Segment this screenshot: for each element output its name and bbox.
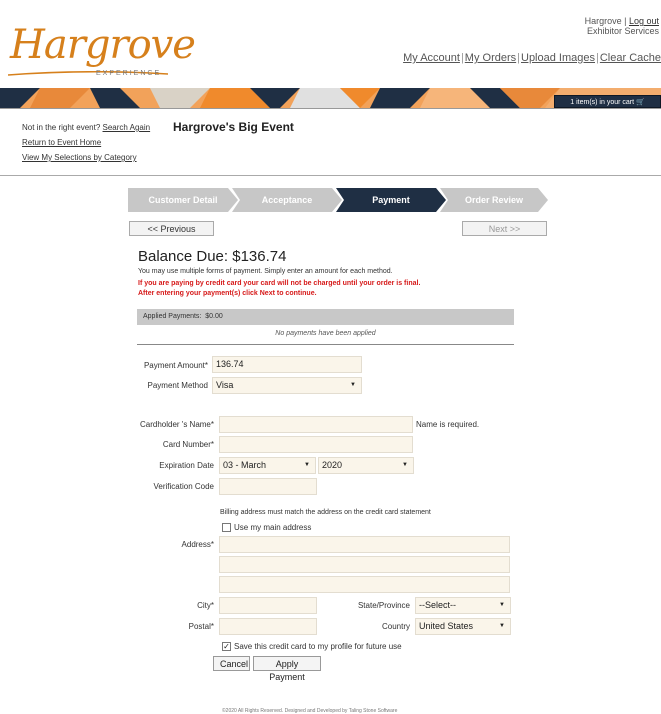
payment-amount-field[interactable]: 136.74 [212, 356, 362, 373]
state-value: --Select-- [419, 600, 457, 610]
checkmark-icon: ✓ [223, 642, 230, 651]
payment-method-value: Visa [216, 380, 234, 390]
state-label: State/Province [357, 601, 410, 610]
use-main-address-label: Use my main address [234, 523, 312, 532]
step-order-review[interactable]: Order Review [440, 188, 548, 212]
section-divider [0, 175, 661, 176]
logo-subtitle: EXPERIENCE [96, 70, 162, 77]
return-event-home-link[interactable]: Return to Event Home [22, 138, 101, 147]
expiry-month-value: 03 - March [223, 460, 267, 470]
search-again-link[interactable]: Search Again [103, 123, 151, 132]
use-main-address-checkbox[interactable] [222, 523, 231, 532]
balance-due: Balance Due: $136.74 [138, 248, 287, 265]
step-customer-detail[interactable]: Customer Detail [128, 188, 238, 212]
user-menu: Hargrove | Log out Exhibitor Services [584, 16, 659, 36]
expiry-month-select[interactable]: 03 - March [219, 457, 316, 474]
exhibitor-services-label: Exhibitor Services [586, 26, 659, 36]
clear-cache-link[interactable]: Clear Cache [600, 52, 661, 64]
event-title: Hargrove's Big Event [173, 120, 294, 134]
address-label: Address* [181, 540, 214, 549]
user-name: Hargrove [584, 16, 622, 26]
save-card-label: Save this credit card to my profile for … [234, 642, 402, 651]
cardholder-field[interactable] [219, 416, 413, 433]
applied-payments-amount: $0.00 [205, 313, 223, 320]
logo-swoosh [7, 64, 169, 76]
save-card-checkbox[interactable]: ✓ [222, 642, 231, 651]
warning-line-1: If you are paying by credit card your ca… [138, 280, 421, 287]
applied-divider [137, 344, 514, 345]
country-value: United States [419, 621, 474, 631]
country-label: Country [381, 622, 410, 631]
payment-method-select[interactable]: Visa [212, 377, 362, 394]
cardholder-error: Name is required. [416, 420, 480, 429]
view-selections-link[interactable]: View My Selections by Category [22, 153, 137, 162]
apply-payment-button[interactable]: Apply Payment [253, 656, 321, 682]
applied-payments-label: Applied Payments: [143, 313, 202, 320]
payment-warning: If you are paying by credit card your ca… [138, 279, 420, 299]
header-divider [0, 108, 661, 109]
expiry-year-select[interactable]: 2020 [318, 457, 414, 474]
upload-images-link[interactable]: Upload Images [521, 52, 595, 64]
postal-field[interactable] [219, 618, 317, 635]
no-payments-text: No payments have been applied [275, 330, 376, 337]
step-payment[interactable]: Payment [336, 188, 446, 212]
warning-line-2: After entering your payment(s) click Nex… [138, 290, 317, 297]
billing-note: Billing address must match the address o… [220, 509, 431, 516]
address-line-1[interactable] [219, 536, 510, 553]
payment-note: You may use multiple forms of payment. S… [138, 268, 393, 275]
next-button[interactable]: Next >> [462, 221, 547, 236]
verification-field[interactable] [219, 478, 317, 495]
cart-icon: 🛒 [636, 99, 645, 106]
postal-label: Postal* [188, 622, 214, 631]
card-number-label: Card Number* [162, 440, 214, 449]
payment-amount-label: Payment Amount* [143, 361, 208, 370]
address-line-2[interactable] [219, 556, 510, 573]
my-orders-link[interactable]: My Orders [465, 52, 516, 64]
cardholder-label: Cardholder 's Name* [139, 420, 214, 429]
state-select[interactable]: --Select-- [415, 597, 511, 614]
wrong-event-text: Not in the right event? [22, 123, 101, 132]
previous-button[interactable]: << Previous [129, 221, 214, 236]
cart-button[interactable]: 1 item(s) in your cart 🛒 [554, 95, 661, 108]
logo[interactable]: Hargrove [10, 22, 196, 68]
card-number-field[interactable] [219, 436, 413, 453]
city-field[interactable] [219, 597, 317, 614]
account-nav: My Account|My Orders|Upload Images|Clear… [403, 52, 661, 64]
city-label: City* [197, 601, 214, 610]
cancel-button[interactable]: Cancel [213, 656, 250, 671]
address-line-3[interactable] [219, 576, 510, 593]
footer-text: ©2020 All Rights Reserved. Designed and … [222, 708, 398, 714]
cart-count-label: 1 item(s) in your cart [570, 99, 635, 106]
side-links: Not in the right event? Search Again Ret… [22, 120, 150, 165]
applied-payments-bar: Applied Payments: $0.00 [137, 309, 514, 325]
country-select[interactable]: United States [415, 618, 511, 635]
step-acceptance[interactable]: Acceptance [232, 188, 342, 212]
payment-method-label: Payment Method [147, 381, 208, 390]
logout-link[interactable]: Log out [629, 16, 659, 26]
verification-label: Verification Code [153, 482, 214, 491]
expiry-label: Expiration Date [159, 461, 214, 470]
expiry-year-value: 2020 [322, 460, 343, 470]
my-account-link[interactable]: My Account [403, 52, 460, 64]
